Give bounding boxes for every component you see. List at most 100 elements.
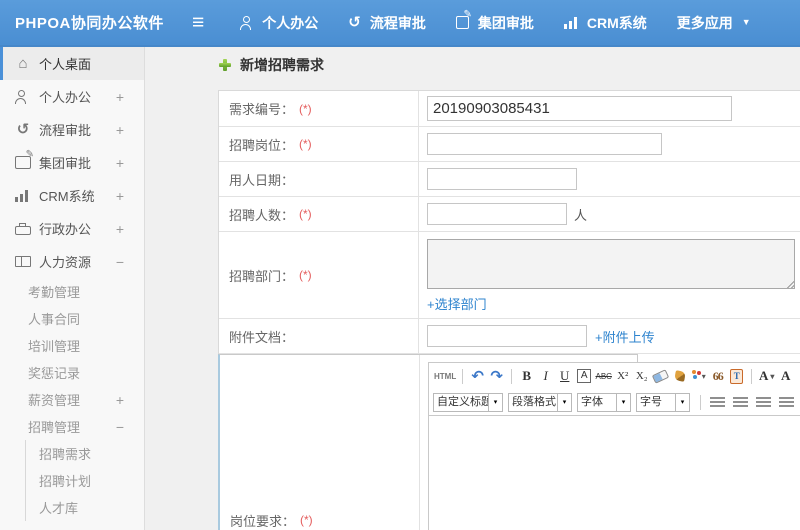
sidebar-item-label: 流程审批	[39, 123, 92, 138]
toolbar-separator	[751, 368, 753, 384]
topnav-item-crm-system[interactable]: CRM系统	[563, 13, 647, 33]
sidebar-item-recruit-plan[interactable]: 招聘计划	[25, 467, 144, 494]
sidebar-item-training-mgmt[interactable]: 培训管理	[0, 332, 144, 359]
required-mark: (*)	[299, 207, 312, 221]
home-icon: ⌂	[18, 55, 28, 72]
underline-icon[interactable]: U	[556, 366, 573, 386]
format-brush-icon[interactable]	[671, 366, 688, 386]
page-title: 新增招聘需求	[218, 55, 800, 75]
expand-icon[interactable]: +	[116, 188, 124, 204]
sidebar-item-crm-system[interactable]: CRM系统 +	[0, 179, 144, 212]
sidebar-item-recruit-demand[interactable]: 招聘需求	[25, 440, 144, 467]
sidebar-item-label: 培训管理	[28, 339, 81, 354]
align-justify-icon[interactable]	[779, 396, 794, 408]
color-icon[interactable]: ▾	[690, 366, 707, 386]
field-label: 附件文档：	[229, 329, 295, 345]
main-content: 新增招聘需求 需求编号： (*) 招聘岗位： (*) 用人日期： 招聘人数： (*) 人招聘部…	[145, 47, 800, 530]
hire-date-input[interactable]	[427, 168, 577, 190]
topnav-item-more-apps[interactable]: 更多应用 ▼	[677, 13, 751, 33]
sidebar-item-salary-mgmt[interactable]: 薪资管理 +	[0, 386, 144, 413]
dropdown-value: 段落格式	[508, 392, 558, 412]
font-family-select[interactable]: 字体 ▾	[577, 392, 631, 412]
topnav-label: 集团审批	[477, 14, 534, 31]
topnav-item-workflow-approval[interactable]: ↺ 流程审批	[348, 13, 426, 33]
caret-down-icon: ▼	[741, 17, 751, 27]
expand-icon[interactable]: +	[116, 122, 124, 138]
resize-handle-icon	[784, 278, 794, 288]
sidebar-item-attendance-mgmt[interactable]: 考勤管理	[0, 278, 144, 305]
undo-icon[interactable]: ↶	[469, 366, 486, 386]
sidebar-item-label: 行政办公	[39, 222, 92, 237]
sidebar-item-human-resources[interactable]: 人力资源 −	[0, 245, 144, 278]
form-row-recruit-department: 招聘部门： (*) +选择部门	[219, 232, 800, 319]
highlight-icon[interactable]: A	[777, 366, 794, 386]
topnav-item-personal-office[interactable]: 个人办公	[240, 13, 318, 33]
sidebar-item-group-approval[interactable]: 集团审批 +	[0, 146, 144, 179]
chart-icon	[15, 189, 31, 202]
align-center-icon[interactable]	[733, 396, 748, 408]
heading-select[interactable]: 自定义标题 ▾	[433, 392, 503, 412]
expand-icon[interactable]: +	[116, 221, 124, 237]
subscript-icon[interactable]: X₂	[633, 366, 650, 386]
toolbar-separator	[462, 368, 464, 384]
attachment-link[interactable]: +附件上传	[595, 327, 655, 346]
recruit-department-link[interactable]: +选择部门	[427, 294, 487, 313]
expand-icon[interactable]: +	[116, 89, 124, 105]
recruit-count-input[interactable]	[427, 203, 567, 225]
expand-icon[interactable]: +	[116, 392, 124, 408]
caret-down-icon: ▾	[489, 392, 503, 412]
sidebar-item-label: 集团审批	[39, 156, 92, 171]
demand-no-input[interactable]	[427, 96, 732, 121]
app-logo: PHPOA协同办公软件	[15, 15, 164, 32]
source-icon[interactable]: HTML	[434, 366, 456, 386]
sidebar-item-reward-punishment[interactable]: 奖惩记录	[0, 359, 144, 386]
font-border-icon[interactable]: A	[577, 369, 592, 383]
sidebar-item-recruit-mgmt[interactable]: 招聘管理 −	[0, 413, 144, 440]
eraser-icon[interactable]	[652, 366, 669, 386]
attachment-input[interactable]	[427, 325, 587, 347]
sidebar-item-talent-pool[interactable]: 人才库	[25, 494, 144, 521]
font-color-icon[interactable]: A ▾	[758, 366, 775, 386]
caret-down-icon: ▾	[701, 371, 706, 381]
paragraph-select[interactable]: 段落格式 ▾	[508, 392, 572, 412]
required-mark: (*)	[299, 137, 312, 151]
topnav-label: 更多应用	[676, 14, 733, 31]
user-icon	[240, 15, 253, 30]
collapse-icon[interactable]: −	[116, 419, 124, 435]
topnav-label: 流程审批	[369, 14, 426, 31]
form-row-attachment: 附件文档： +附件上传	[219, 319, 800, 354]
rich-text-editor: HTML↶↷BIUAABCX²X₂▾66A▾A自定义标题▾段落格式▾字体▾字号▾	[428, 362, 800, 530]
required-mark: (*)	[300, 513, 313, 527]
editor-content-area[interactable]	[429, 415, 800, 530]
font-size-select[interactable]: 字号 ▾	[636, 392, 690, 412]
superscript-icon[interactable]: X²	[614, 366, 631, 386]
sidebar: ⌂ 个人桌面个人办公 + ↺ 流程审批 + 集团审批 + CRM系统 + 行政办公 + 人力资源 − 考勤管…	[0, 47, 145, 530]
recruit-demand-form: 需求编号： (*) 招聘岗位： (*) 用人日期： 招聘人数： (*) 人招聘部门： (*) +选…	[218, 90, 800, 530]
align-right-icon[interactable]	[756, 396, 771, 408]
recruit-department-textarea[interactable]	[427, 239, 795, 289]
sidebar-item-hr-contract[interactable]: 人事合同	[0, 305, 144, 332]
collapse-icon[interactable]: −	[116, 254, 124, 270]
blockquote-icon[interactable]: 66	[709, 366, 726, 386]
align-left-icon[interactable]	[710, 396, 725, 408]
brief-icon	[15, 222, 31, 235]
recruit-position-input[interactable]	[427, 133, 662, 155]
bold-icon[interactable]: B	[518, 366, 535, 386]
expand-icon[interactable]: +	[116, 155, 124, 171]
topnav-item-group-approval[interactable]: 集团审批	[455, 10, 534, 33]
sidebar-item-label: 招聘计划	[39, 474, 92, 489]
user-icon	[15, 89, 31, 104]
italic-icon[interactable]: I	[537, 366, 554, 386]
chart-icon	[563, 16, 578, 29]
sidebar-item-admin-office[interactable]: 行政办公 +	[0, 212, 144, 245]
sidebar-item-workflow-approval[interactable]: ↺ 流程审批 +	[0, 113, 144, 146]
field-label: 岗位要求：	[230, 513, 296, 529]
required-mark: (*)	[299, 268, 312, 282]
strikethrough-icon[interactable]: ABC	[595, 366, 612, 386]
sidebar-item-personal-office[interactable]: 个人办公 +	[0, 80, 144, 113]
redo-icon[interactable]: ↷	[488, 366, 505, 386]
paste-icon[interactable]	[728, 366, 745, 386]
sidebar-item-label: CRM系统	[39, 189, 95, 204]
hamburger-icon[interactable]: ≡	[192, 12, 204, 33]
sidebar-item-personal-desktop[interactable]: ⌂ 个人桌面	[0, 47, 144, 80]
